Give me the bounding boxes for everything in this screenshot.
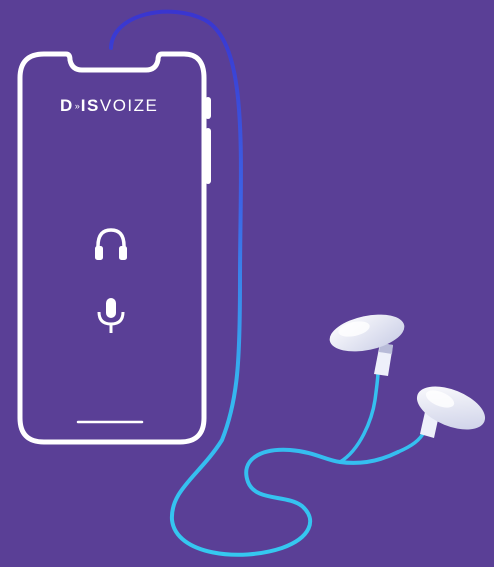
cable-branch-left — [338, 370, 380, 464]
earbud-icon — [329, 314, 405, 376]
sound-waves-icon: » — [74, 101, 80, 111]
brand-voize: VOIZE — [99, 96, 159, 115]
brand-is: IS — [80, 96, 100, 115]
microphone-icon — [97, 298, 125, 333]
earphone-cable — [109, 9, 400, 557]
brand-letter-d: D — [60, 96, 74, 115]
headphones-icon — [95, 228, 127, 260]
brand-logo: D » IS VOIZE — [60, 96, 170, 116]
illustration-scene: D » IS VOIZE — [0, 0, 494, 567]
cable-branch-right — [396, 430, 426, 454]
phone-earphones-illustration — [17, 9, 486, 557]
earbud-icon — [416, 386, 486, 438]
